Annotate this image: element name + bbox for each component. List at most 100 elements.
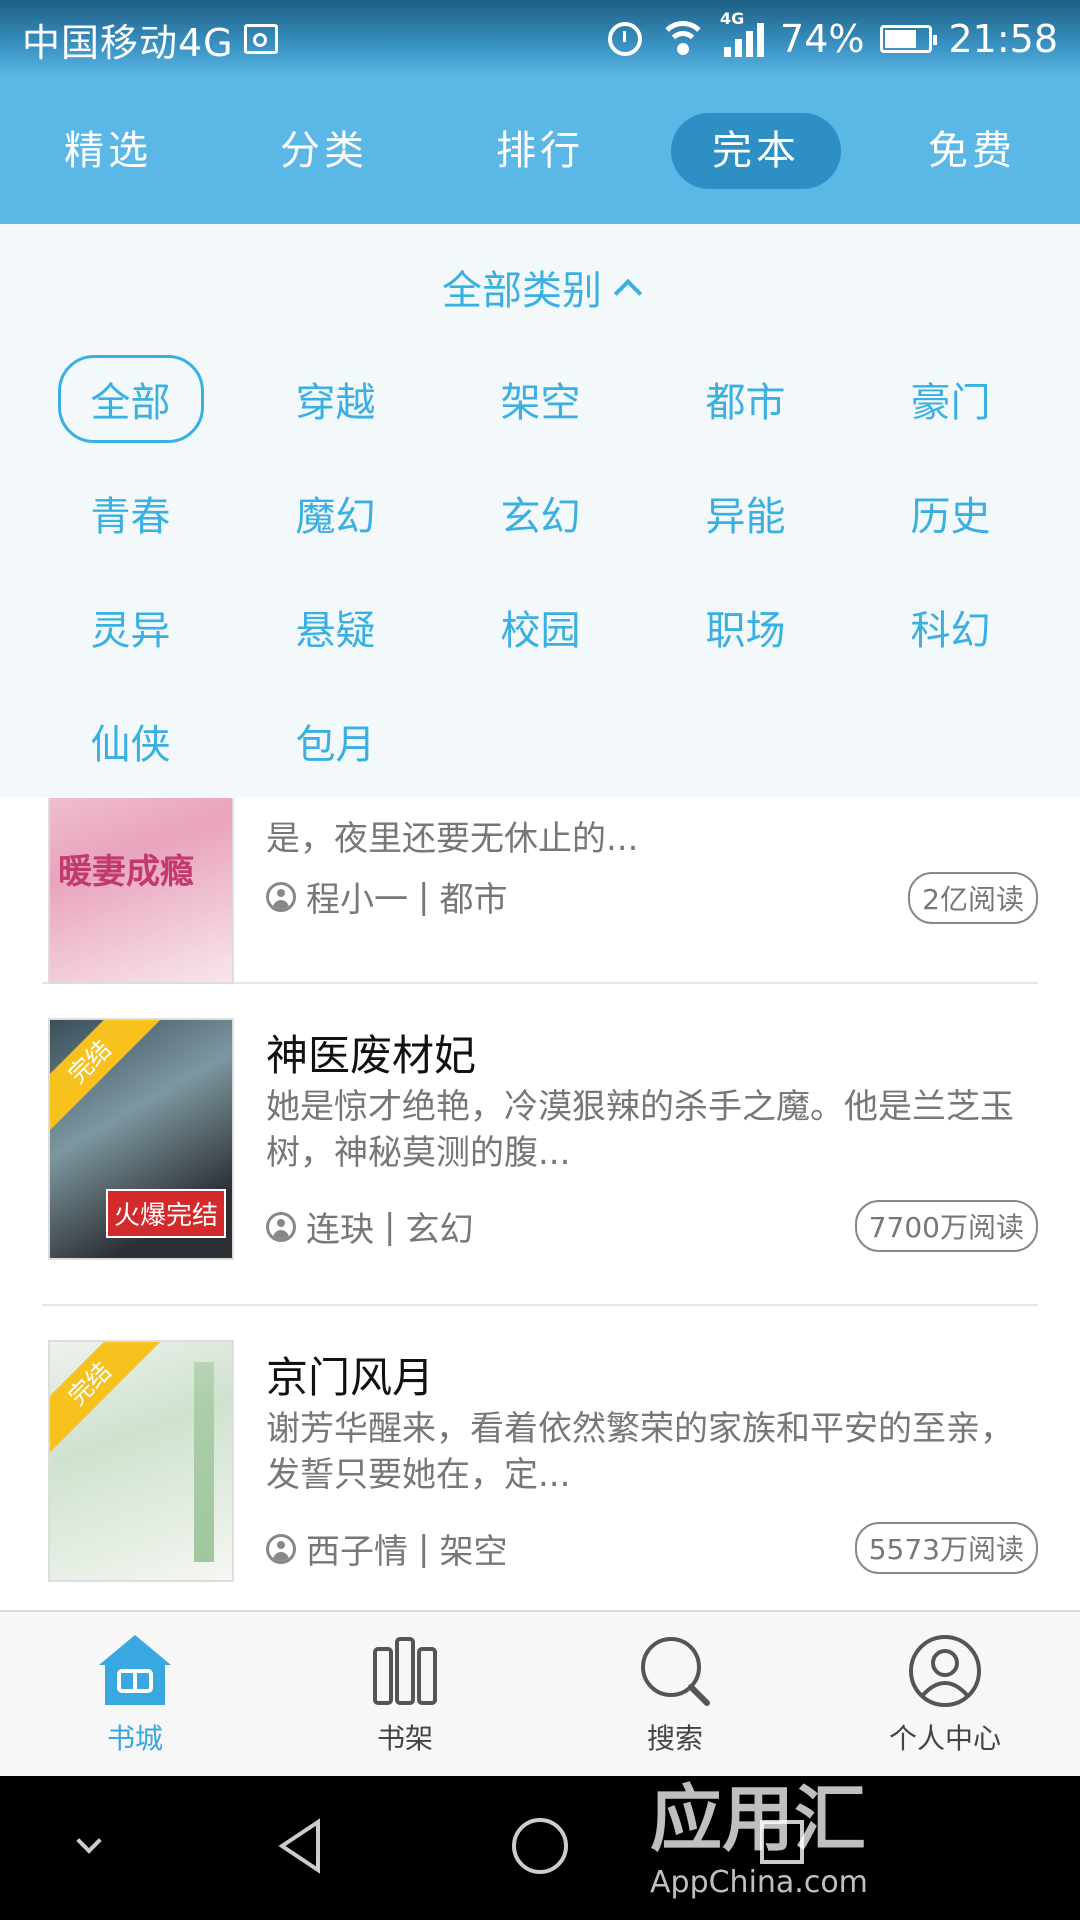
wifi-icon: [658, 21, 709, 57]
book-cover: 暖妻成瘾: [48, 798, 234, 984]
book-category: 都市: [439, 880, 508, 920]
status-bar: 中国移动4G 4G 74% 21:58: [0, 0, 1080, 78]
bottom-tab-bar: 书城 书架 搜索 个人中心: [0, 1610, 1080, 1776]
tab-profile[interactable]: 个人中心: [845, 1619, 1045, 1769]
search-icon: [641, 1637, 710, 1706]
signal-icon: 4G: [720, 9, 765, 57]
hide-keyboard-chevron-icon[interactable]: [76, 1828, 102, 1854]
category-option[interactable]: 异能: [643, 456, 848, 570]
category-option-label: 灵异: [90, 608, 171, 654]
category-option-label: 全部: [57, 355, 204, 443]
book-author: 程小一: [306, 880, 408, 920]
cover-art: [194, 1362, 214, 1562]
book-author: 西子情: [306, 1532, 408, 1572]
book-category: 架空: [439, 1532, 508, 1572]
book-title: 神医废材妃: [266, 1031, 477, 1080]
category-option[interactable]: 全部: [28, 342, 233, 456]
book-category: 玄幻: [405, 1210, 474, 1250]
tab-label: 书架: [376, 1722, 433, 1755]
category-option[interactable]: 穿越: [233, 342, 438, 456]
book-meta: 连玦 | 玄幻: [266, 1202, 473, 1251]
meta-separator: |: [418, 1528, 430, 1569]
cover-title: 暖妻成瘾: [58, 852, 194, 892]
author-icon: [266, 1211, 296, 1242]
image-notification-icon: [243, 24, 278, 54]
tab-label: 搜索: [646, 1722, 703, 1755]
battery-percent: 74%: [780, 17, 865, 61]
category-option-label: 仙侠: [90, 722, 171, 768]
category-option[interactable]: 架空: [438, 342, 643, 456]
watermark-subtext: AppChina.com: [650, 1865, 868, 1900]
book-author: 连玦: [306, 1210, 374, 1250]
tab-bookstore[interactable]: 书城: [35, 1619, 235, 1769]
category-option[interactable]: 历史: [848, 456, 1053, 570]
book-cover: 完结: [48, 1340, 234, 1582]
alarm-icon: [608, 22, 643, 56]
category-option-label: 职场: [705, 608, 786, 654]
category-option-label: 穿越: [295, 380, 376, 426]
tab-featured[interactable]: 精选: [23, 113, 193, 189]
category-option-label: 架空: [500, 380, 581, 426]
category-header-label: 全部类别: [442, 268, 602, 314]
category-header[interactable]: 全部类别: [0, 224, 1080, 342]
network-type-label: 4G: [720, 9, 745, 28]
category-option-label: 玄幻: [500, 494, 581, 540]
category-option-label: 科幻: [910, 608, 991, 654]
category-option[interactable]: 科幻: [848, 570, 1053, 684]
tab-rankings[interactable]: 排行: [455, 113, 625, 189]
book-description: 是，夜里还要无休止的...: [266, 819, 639, 859]
category-option-label: 魔幻: [295, 494, 376, 540]
watermark-logo: 应用汇 AppChina.com: [650, 1760, 868, 1900]
system-nav-bar: [0, 1776, 1080, 1920]
author-icon: [266, 881, 296, 912]
bookshelf-icon: [373, 1637, 437, 1705]
category-option-label: 豪门: [910, 380, 991, 426]
category-option[interactable]: 仙侠: [28, 684, 233, 798]
category-option-label: 异能: [705, 494, 786, 540]
tab-search[interactable]: 搜索: [575, 1619, 775, 1769]
home-icon[interactable]: [512, 1818, 568, 1874]
book-description: 谢芳华醒来，看着依然繁荣的家族和平安的至亲，发誓只要她在，定...: [266, 1409, 1014, 1495]
tab-label: 书城: [106, 1722, 163, 1755]
store-icon: [99, 1635, 171, 1705]
category-option-label: 包月: [295, 722, 376, 768]
tab-bookshelf[interactable]: 书架: [305, 1619, 505, 1769]
category-option[interactable]: 玄幻: [438, 456, 643, 570]
chevron-up-icon: [613, 278, 643, 308]
category-option[interactable]: 魔幻: [233, 456, 438, 570]
watermark-text: 应用汇: [650, 1777, 867, 1861]
read-count-badge: 7700万阅读: [854, 1200, 1038, 1252]
carrier-label: 中国移动4G: [22, 20, 234, 65]
book-meta: 西子情 | 架空: [266, 1524, 507, 1573]
book-item[interactable]: 暖妻成瘾 是，夜里还要无休止的... 程小一 | 都市 2亿阅读: [42, 798, 1038, 984]
tab-completed[interactable]: 完本: [671, 113, 841, 189]
completed-ribbon: 完结: [50, 1020, 161, 1133]
category-option[interactable]: 职场: [643, 570, 848, 684]
category-option[interactable]: 灵异: [28, 570, 233, 684]
book-item[interactable]: 完结 京门风月 谢芳华醒来，看着依然繁荣的家族和平安的至亲，发誓只要她在，定..…: [42, 1306, 1038, 1610]
category-option[interactable]: 豪门: [848, 342, 1053, 456]
book-meta: 程小一 | 都市: [266, 872, 507, 921]
top-nav-tabs: 精选 分类 排行 完本 免费: [0, 78, 1080, 224]
category-option-label: 青春: [90, 494, 171, 540]
tab-free[interactable]: 免费: [887, 113, 1057, 189]
category-option[interactable]: 包月: [233, 684, 438, 798]
read-count-badge: 5573万阅读: [854, 1522, 1038, 1574]
category-grid: 全部 穿越 架空 都市 豪门青春 魔幻 玄幻 异能 历史灵异 悬疑 校园 职场 科幻仙侠 包月: [0, 342, 1080, 798]
tab-categories[interactable]: 分类: [239, 113, 409, 189]
book-item[interactable]: 完结 火爆完结 神医废材妃 她是惊才绝艳，冷漠狠辣的杀手之魔。他是兰芝玉树，神秘…: [42, 984, 1038, 1306]
back-icon[interactable]: [270, 1816, 330, 1876]
battery-icon: [880, 25, 938, 53]
category-option[interactable]: 悬疑: [233, 570, 438, 684]
completed-ribbon: 完结: [50, 1342, 161, 1455]
clock: 21:58: [948, 17, 1058, 61]
category-option-label: 历史: [910, 494, 991, 540]
book-description: 她是惊才绝艳，冷漠狠辣的杀手之魔。他是兰芝玉树，神秘莫测的腹...: [266, 1087, 1014, 1173]
category-option[interactable]: 校园: [438, 570, 643, 684]
author-icon: [266, 1533, 296, 1564]
category-option-label: 都市: [705, 380, 786, 426]
book-title: 京门风月: [266, 1353, 435, 1402]
category-option[interactable]: 青春: [28, 456, 233, 570]
book-cover: 完结 火爆完结: [48, 1018, 234, 1260]
category-option[interactable]: 都市: [643, 342, 848, 456]
